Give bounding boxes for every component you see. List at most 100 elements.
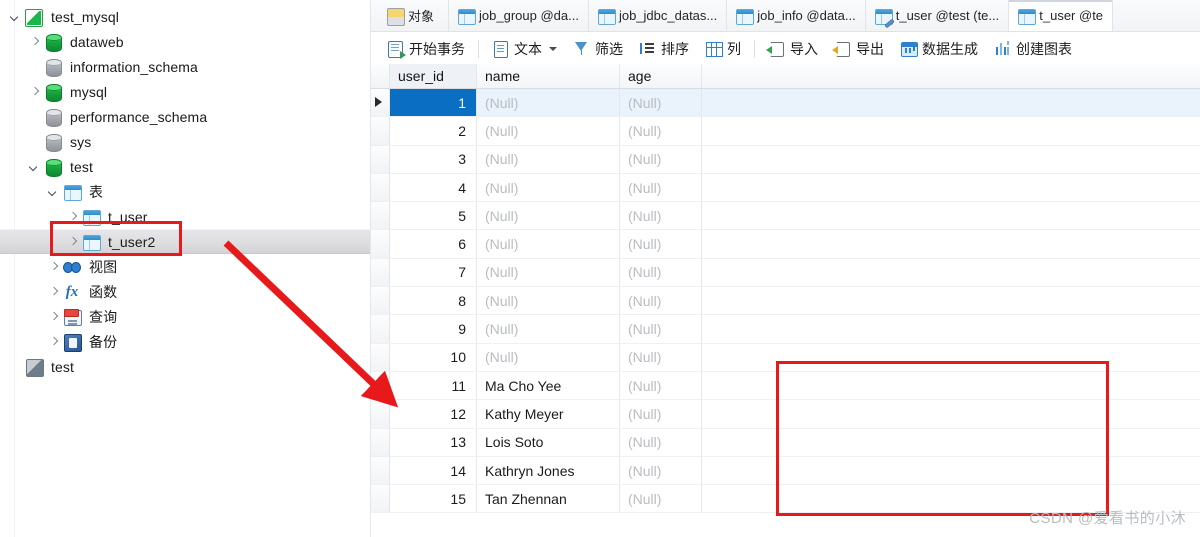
row-gutter[interactable] xyxy=(371,371,390,400)
cell-name[interactable]: Tan Zhennan xyxy=(477,485,620,513)
cell-name[interactable]: (Null) xyxy=(477,315,620,343)
cell-user_id[interactable]: 4 xyxy=(390,173,477,202)
table-row[interactable]: 9 (Null) (Null) xyxy=(371,315,1200,344)
tree-item-dataweb[interactable]: dataweb xyxy=(0,29,370,54)
tree-item-test[interactable]: test xyxy=(0,154,370,179)
cell-name[interactable]: (Null) xyxy=(477,89,620,117)
column-header-user_id[interactable]: user_id xyxy=(390,64,477,88)
cell-age[interactable]: (Null) xyxy=(620,371,702,400)
toolbar-button-7[interactable]: 数据生成 xyxy=(892,36,986,61)
row-gutter[interactable] xyxy=(371,89,390,117)
toolbar-button-2[interactable]: 筛选 xyxy=(565,36,631,61)
tree-item-performance_schema[interactable]: performance_schema xyxy=(0,104,370,129)
row-gutter[interactable] xyxy=(371,400,390,428)
row-gutter[interactable] xyxy=(371,258,390,287)
cell-name[interactable]: (Null) xyxy=(477,230,620,258)
tab-3[interactable]: job_info @data... xyxy=(727,0,866,31)
table-row[interactable]: 2 (Null) (Null) xyxy=(371,117,1200,146)
column-header-age[interactable]: age xyxy=(620,64,702,88)
table-row[interactable]: 7 (Null) (Null) xyxy=(371,258,1200,288)
tab-1[interactable]: job_group @da... xyxy=(449,0,589,31)
cell-name[interactable]: (Null) xyxy=(477,287,620,315)
table-row[interactable]: 5 (Null) (Null) xyxy=(371,202,1200,231)
cell-user_id[interactable]: 14 xyxy=(390,456,477,485)
cell-user_id[interactable]: 7 xyxy=(390,258,477,287)
cell-name[interactable]: Lois Soto xyxy=(477,428,620,456)
tree-item-[interactable]: 视图 xyxy=(0,254,370,279)
database-tree[interactable]: test_mysql dataweb information_schema mysql… xyxy=(0,4,370,379)
chevron-right-icon[interactable] xyxy=(65,209,81,225)
chevron-right-icon[interactable] xyxy=(65,234,81,250)
cell-name[interactable]: Ma Cho Yee xyxy=(477,371,620,400)
row-gutter[interactable] xyxy=(371,202,390,230)
cell-age[interactable]: (Null) xyxy=(620,89,702,117)
cell-name[interactable]: (Null) xyxy=(477,258,620,287)
chevron-right-icon[interactable] xyxy=(46,334,62,350)
chevron-right-icon[interactable] xyxy=(27,84,43,100)
table-row[interactable]: 4 (Null) (Null) xyxy=(371,173,1200,203)
tree-item-[interactable]: fx 函数 xyxy=(0,279,370,304)
row-gutter[interactable] xyxy=(371,173,390,202)
toolbar-button-3[interactable]: 排序 xyxy=(631,36,697,61)
cell-age[interactable]: (Null) xyxy=(620,456,702,485)
column-header-name[interactable]: name xyxy=(477,64,620,88)
cell-name[interactable]: (Null) xyxy=(477,202,620,230)
tree-item-[interactable]: 表 xyxy=(0,179,370,204)
cell-name[interactable]: (Null) xyxy=(477,145,620,173)
table-row[interactable]: 13 Lois Soto (Null) xyxy=(371,428,1200,457)
cell-user_id[interactable]: 9 xyxy=(390,315,477,343)
cell-age[interactable]: (Null) xyxy=(620,258,702,287)
table-row[interactable]: 12 Kathy Meyer (Null) xyxy=(371,400,1200,429)
cell-age[interactable]: (Null) xyxy=(620,315,702,343)
grid-toolbar[interactable]: 开始事务 文本 筛选 排序 列 导入 导出 数据生成 创建图表 xyxy=(371,32,1200,66)
cell-age[interactable]: (Null) xyxy=(620,485,702,513)
tree-item-t_user2[interactable]: t_user2 xyxy=(0,229,370,254)
tab-4[interactable]: t_user @test (te... xyxy=(866,0,1010,31)
toolbar-button-8[interactable]: 创建图表 xyxy=(986,36,1080,61)
cell-age[interactable]: (Null) xyxy=(620,117,702,145)
tree-item-mysql[interactable]: mysql xyxy=(0,79,370,104)
cell-age[interactable]: (Null) xyxy=(620,145,702,173)
row-gutter[interactable] xyxy=(371,456,390,485)
chevron-down-icon[interactable] xyxy=(549,46,557,51)
tab-objects[interactable]: 对象 xyxy=(377,0,450,31)
cell-user_id[interactable]: 3 xyxy=(390,145,477,173)
cell-user_id[interactable]: 11 xyxy=(390,371,477,400)
cell-name[interactable]: (Null) xyxy=(477,343,620,371)
cell-user_id[interactable]: 13 xyxy=(390,428,477,456)
table-row[interactable]: 1 (Null) (Null) xyxy=(371,89,1200,118)
toolbar-button-5[interactable]: 导入 xyxy=(760,36,826,61)
table-row[interactable]: 6 (Null) (Null) xyxy=(371,230,1200,259)
chevron-right-icon[interactable] xyxy=(46,309,62,325)
cell-name[interactable]: (Null) xyxy=(477,173,620,202)
cell-user_id[interactable]: 1 xyxy=(390,89,477,117)
row-gutter[interactable] xyxy=(371,485,390,513)
toolbar-button-6[interactable]: 导出 xyxy=(826,36,892,61)
row-gutter[interactable] xyxy=(371,315,390,343)
cell-user_id[interactable]: 15 xyxy=(390,485,477,513)
table-row[interactable]: 14 Kathryn Jones (Null) xyxy=(371,456,1200,486)
row-gutter[interactable] xyxy=(371,343,390,371)
cell-name[interactable]: Kathy Meyer xyxy=(477,400,620,428)
tree-item-test_mysql[interactable]: test_mysql xyxy=(0,4,370,29)
tree-item-t_user[interactable]: t_user xyxy=(0,204,370,229)
cell-user_id[interactable]: 6 xyxy=(390,230,477,258)
cell-age[interactable]: (Null) xyxy=(620,202,702,230)
chevron-down-icon[interactable] xyxy=(8,9,24,25)
row-gutter[interactable] xyxy=(371,428,390,456)
cell-age[interactable]: (Null) xyxy=(620,287,702,315)
tree-item-sys[interactable]: sys xyxy=(0,129,370,154)
chevron-right-icon[interactable] xyxy=(46,259,62,275)
tab-5[interactable]: t_user @te xyxy=(1009,0,1114,31)
cell-age[interactable]: (Null) xyxy=(620,173,702,202)
row-gutter[interactable] xyxy=(371,287,390,315)
tab-2[interactable]: job_jdbc_datas... xyxy=(589,0,728,31)
toolbar-button-1[interactable]: 文本 xyxy=(484,36,565,61)
cell-user_id[interactable]: 10 xyxy=(390,343,477,371)
cell-name[interactable]: (Null) xyxy=(477,117,620,145)
cell-user_id[interactable]: 12 xyxy=(390,400,477,428)
table-row[interactable]: 11 Ma Cho Yee (Null) xyxy=(371,371,1200,401)
row-gutter[interactable] xyxy=(371,117,390,145)
chevron-right-icon[interactable] xyxy=(27,34,43,50)
tree-item-[interactable]: 查询 xyxy=(0,304,370,329)
